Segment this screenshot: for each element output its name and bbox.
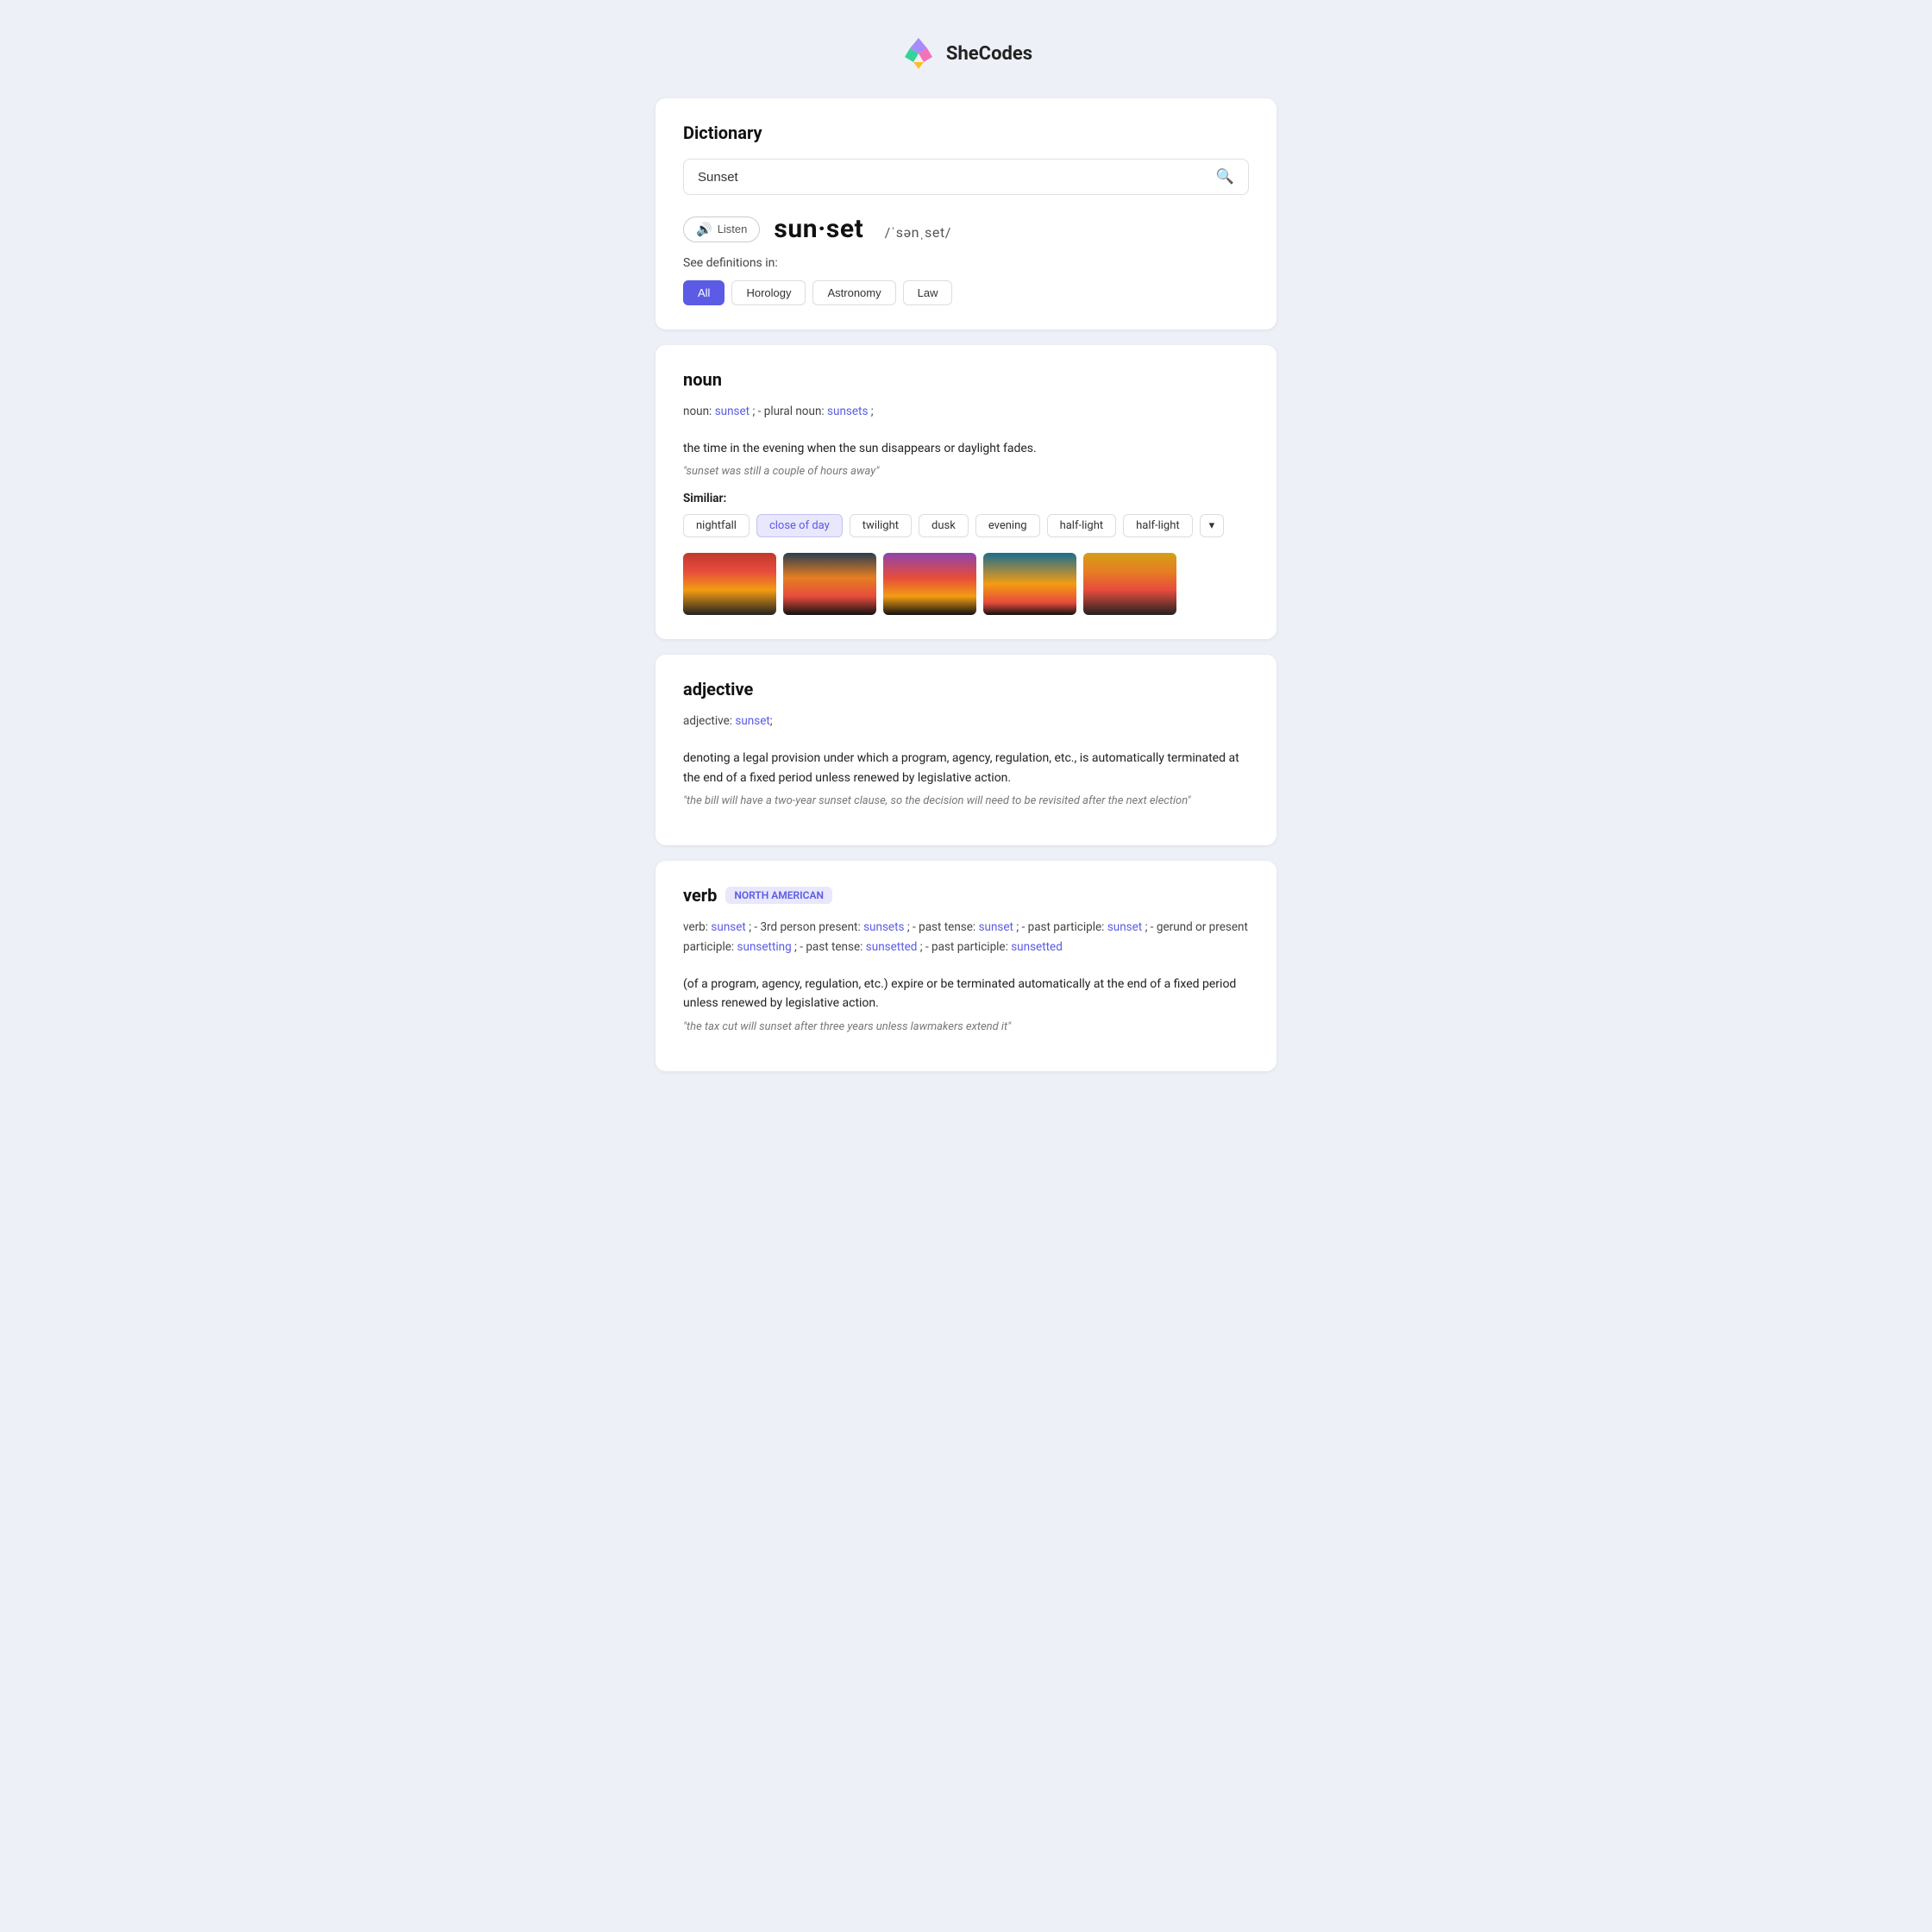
verb-form7[interactable]: sunsetted	[1011, 940, 1063, 954]
dictionary-title: Dictionary	[683, 122, 1249, 143]
tag-half-light-2[interactable]: half-light	[1123, 514, 1193, 537]
verb-prefix1: verb:	[683, 920, 708, 934]
dictionary-search-card: Dictionary 🔍 🔊 Listen sun·set /ˈsənˌset/…	[656, 98, 1276, 329]
noun-form2-end: ;	[871, 405, 874, 418]
tag-evening[interactable]: evening	[975, 514, 1040, 537]
adjective-forms: adjective: sunset;	[683, 712, 1249, 731]
similar-label: Similiar:	[683, 492, 1249, 505]
sunset-image-3	[883, 553, 976, 615]
noun-type-label: noun	[683, 369, 1249, 390]
noun-form1-link[interactable]: sunset	[715, 405, 750, 418]
verb-badge: NORTH AMERICAN	[725, 887, 832, 904]
adj-forms-prefix: adjective:	[683, 714, 732, 728]
category-all[interactable]: All	[683, 280, 724, 305]
verb-form3[interactable]: sunset	[979, 920, 1013, 934]
verb-sep6: ; - past participle:	[920, 940, 1008, 954]
adj-form-link[interactable]: sunset	[735, 714, 769, 728]
verb-sep2: ; - past tense:	[907, 920, 975, 934]
adjective-definition: denoting a legal provision under which a…	[683, 749, 1249, 787]
verb-form6[interactable]: sunsetted	[866, 940, 918, 954]
phonetic-text: /ˈsənˌset/	[885, 224, 951, 241]
adjective-card: adjective adjective: sunset; denoting a …	[656, 655, 1276, 845]
listen-button[interactable]: 🔊 Listen	[683, 216, 760, 242]
search-box: 🔍	[683, 159, 1249, 195]
tag-twilight[interactable]: twilight	[850, 514, 912, 537]
see-defs-label: See definitions in:	[683, 256, 1249, 270]
sunset-image-2	[783, 553, 876, 615]
verb-forms: verb: sunset ; - 3rd person present: sun…	[683, 918, 1249, 957]
verb-form4[interactable]: sunset	[1107, 920, 1142, 934]
verb-sep1: ; - 3rd person present:	[749, 920, 861, 934]
sunset-image-4	[983, 553, 1076, 615]
verb-sep5: ; - past tense:	[794, 940, 862, 954]
speaker-icon: 🔊	[696, 222, 712, 237]
verb-definition: (of a program, agency, regulation, etc.)…	[683, 975, 1249, 1013]
word-text: sun·set	[774, 214, 863, 244]
verb-form1[interactable]: sunset	[711, 920, 745, 934]
adjective-type-label: adjective	[683, 679, 1249, 699]
verb-type-label: verb	[683, 885, 717, 906]
noun-definition: the time in the evening when the sun dis…	[683, 439, 1249, 458]
category-astronomy[interactable]: Astronomy	[812, 280, 895, 305]
app-header: SheCodes	[17, 34, 1915, 72]
listen-label: Listen	[718, 223, 748, 235]
sunset-image-5	[1083, 553, 1176, 615]
noun-forms: noun: sunset ; - plural noun: sunsets ;	[683, 402, 1249, 422]
search-input[interactable]	[698, 170, 1216, 185]
similar-tags: nightfall close of day twilight dusk eve…	[683, 514, 1249, 537]
category-buttons: All Horology Astronomy Law	[683, 280, 1249, 305]
word-row: 🔊 Listen sun·set /ˈsənˌset/	[683, 214, 1249, 244]
tag-nightfall[interactable]: nightfall	[683, 514, 750, 537]
verb-form2[interactable]: sunsets	[863, 920, 904, 934]
noun-form1-sep: ; - plural noun:	[752, 405, 824, 418]
main-container: Dictionary 🔍 🔊 Listen sun·set /ˈsənˌset/…	[656, 98, 1276, 1071]
shecodes-logo-icon	[900, 34, 938, 72]
verb-example: "the tax cut will sunset after three yea…	[683, 1020, 1249, 1033]
tag-half-light-1[interactable]: half-light	[1047, 514, 1117, 537]
noun-forms-prefix1: noun:	[683, 405, 712, 418]
noun-example: "sunset was still a couple of hours away…	[683, 465, 1249, 478]
search-icon[interactable]: 🔍	[1216, 168, 1234, 185]
word-display: sun·set /ˈsənˌset/	[774, 214, 951, 244]
tag-dropdown[interactable]: ▾	[1200, 514, 1225, 537]
verb-form5[interactable]: sunsetting	[737, 940, 792, 954]
sunset-images	[683, 553, 1249, 615]
tag-dusk[interactable]: dusk	[919, 514, 969, 537]
category-law[interactable]: Law	[903, 280, 953, 305]
shecodes-logo-text: SheCodes	[946, 43, 1032, 65]
noun-card: noun noun: sunset ; - plural noun: sunse…	[656, 345, 1276, 639]
sunset-image-1	[683, 553, 776, 615]
noun-form2-link[interactable]: sunsets	[827, 405, 868, 418]
verb-sep3: ; - past participle:	[1016, 920, 1104, 934]
adjective-example: "the bill will have a two-year sunset cl…	[683, 794, 1249, 807]
category-horology[interactable]: Horology	[731, 280, 806, 305]
verb-card: verb NORTH AMERICAN verb: sunset ; - 3rd…	[656, 861, 1276, 1071]
tag-close-of-day[interactable]: close of day	[756, 514, 843, 537]
